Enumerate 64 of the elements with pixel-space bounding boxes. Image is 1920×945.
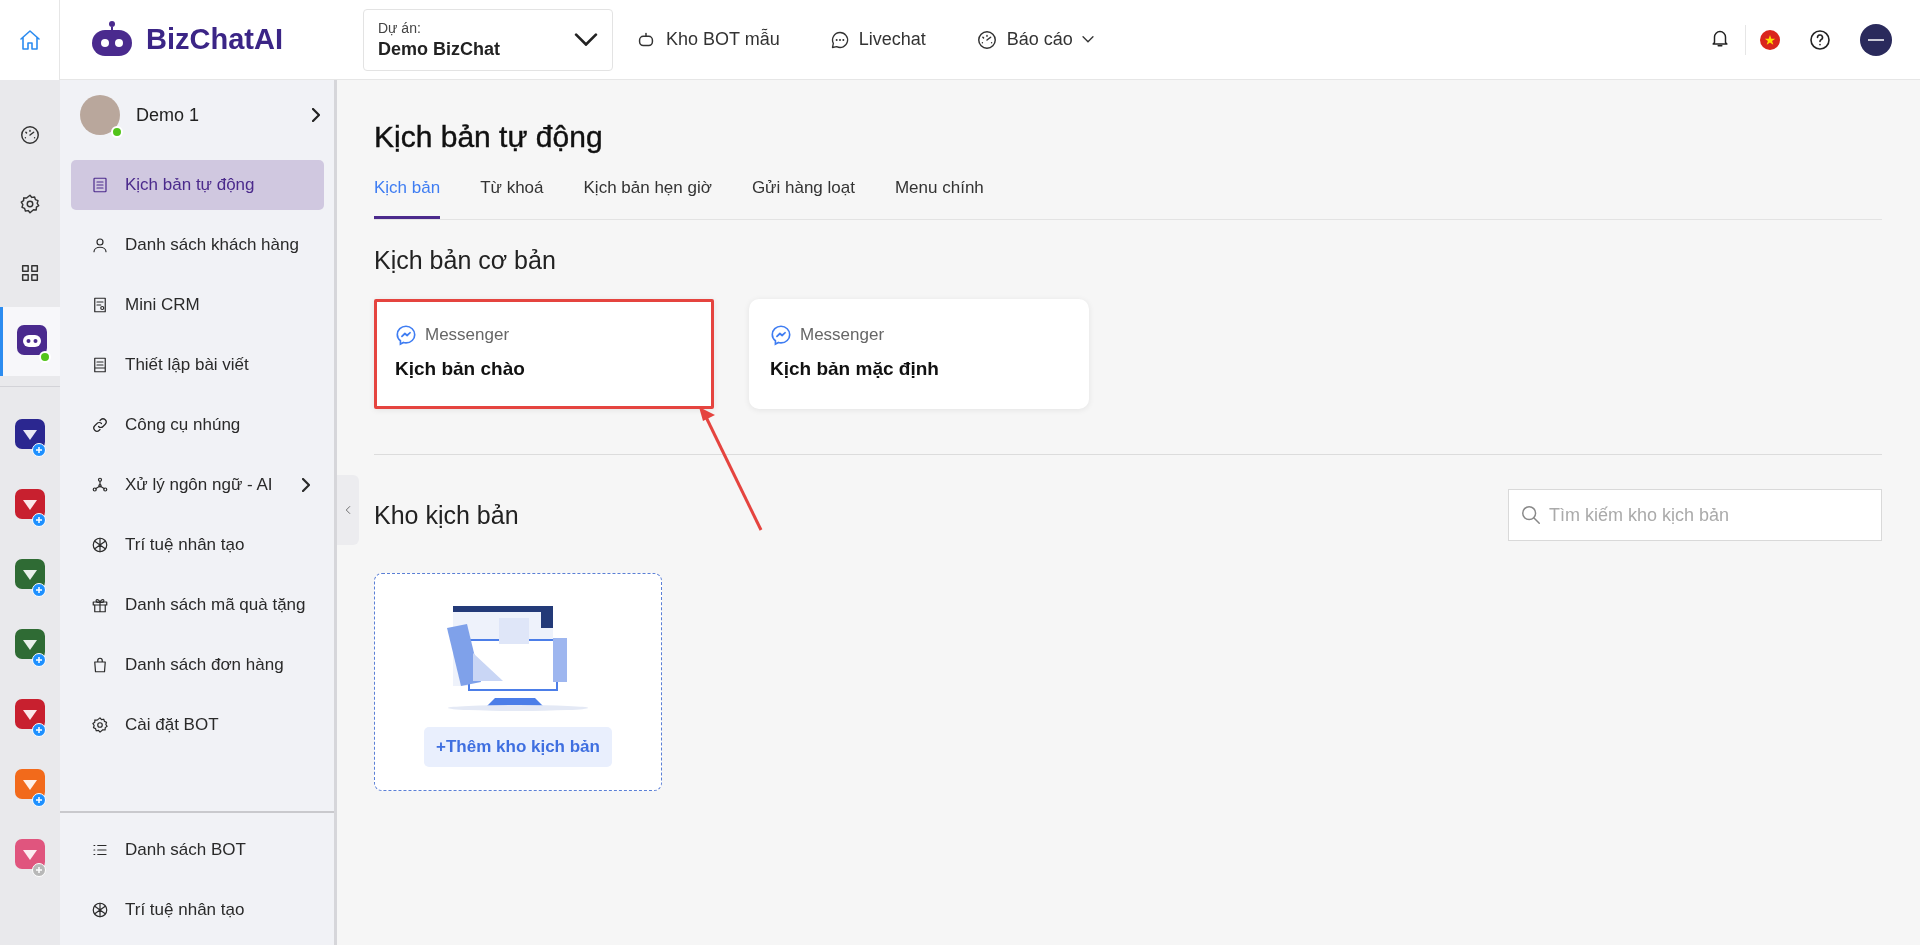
document-icon <box>91 296 109 314</box>
tab[interactable]: Kịch bản <box>374 172 441 219</box>
messenger-icon <box>770 324 792 346</box>
help-icon <box>1808 27 1832 52</box>
sidebar-item[interactable]: Danh sách khách hàng <box>71 220 324 270</box>
sidebar-item[interactable]: Trí tuệ nhân tạo <box>71 520 324 570</box>
sidebar-item[interactable]: Kịch bản tự động <box>71 160 324 210</box>
bag-icon <box>91 656 109 674</box>
logo-text: BizChatAI <box>146 23 283 56</box>
script-card[interactable]: Messenger Kịch bản mặc định <box>749 299 1089 409</box>
sidebar-item[interactable]: Công cụ nhúng <box>71 400 324 450</box>
card-title: Kịch bản mặc định <box>770 358 940 380</box>
app-icon[interactable] <box>15 489 45 519</box>
avatar-icon[interactable] <box>1860 23 1892 56</box>
chevron-right-icon <box>312 108 320 122</box>
app-icon[interactable] <box>15 629 45 659</box>
tab[interactable]: Từ khoá <box>480 172 544 219</box>
sidebar-item[interactable]: Mini CRM <box>71 280 324 330</box>
tab[interactable]: Menu chính <box>894 172 984 219</box>
add-library-button[interactable]: +Thêm kho kịch bản <box>424 726 612 767</box>
account-name[interactable]: Demo 1 <box>136 104 296 126</box>
nav-link[interactable]: Livechat <box>829 29 926 50</box>
nodes-icon <box>91 476 109 494</box>
nav-link[interactable]: Kho BOT mẫu <box>635 28 780 51</box>
section-title: Kho kịch bản <box>374 500 519 530</box>
sidebar-item[interactable]: Trí tuệ nhân tạo <box>71 885 324 935</box>
app-icon[interactable] <box>15 419 45 449</box>
avatar-photo-placeholder <box>80 95 120 135</box>
robot-app-icon <box>16 324 47 355</box>
sidebar-item[interactable]: Xử lý ngôn ngữ - AI <box>71 460 324 510</box>
sidebar-item[interactable]: Cài đặt BOT <box>71 700 324 750</box>
page-title: Kịch bản tự động <box>374 120 604 154</box>
chevron-down-icon <box>574 32 598 47</box>
chat-icon <box>829 29 850 50</box>
gauge-icon <box>19 123 41 146</box>
search-icon <box>1520 504 1542 526</box>
home-icon <box>17 27 42 52</box>
app-icon[interactable] <box>15 559 45 589</box>
app-icon[interactable] <box>15 699 45 729</box>
channel-label: Messenger <box>425 325 510 345</box>
user-icon <box>91 236 109 254</box>
tab[interactable]: Gửi hàng loạt <box>751 172 855 219</box>
gear-icon <box>19 192 41 215</box>
messenger-icon <box>395 324 417 346</box>
gear-icon <box>91 716 109 734</box>
tab[interactable]: Kịch bản hẹn giờ <box>583 172 712 219</box>
nav-link[interactable]: Báo cáo <box>975 28 1094 51</box>
script-card[interactable]: Messenger Kịch bản chào <box>374 299 714 409</box>
section-title: Kịch bản cơ bản <box>374 246 557 275</box>
gift-icon <box>91 596 109 614</box>
sidebar-item[interactable]: Danh sách BOT <box>71 825 324 875</box>
sidebar-item[interactable]: Thiết lập bài viết <box>71 340 324 390</box>
channel-label: Messenger <box>800 325 885 345</box>
link-icon <box>91 416 109 434</box>
gauge-icon <box>975 28 998 51</box>
list-icon <box>91 176 109 194</box>
sidebar-item[interactable]: Danh sách mã quà tặng <box>71 580 324 630</box>
project-dropdown[interactable]: Dự án: Demo BizChat <box>363 8 613 71</box>
search-field[interactable]: Tìm kiếm kho kịch bản <box>1508 489 1882 541</box>
sidebar-item[interactable]: Danh sách đơn hàng <box>71 640 324 690</box>
form-icon <box>91 356 109 374</box>
flag-icon[interactable] <box>1760 29 1780 50</box>
card-title: Kịch bản chào <box>395 358 526 380</box>
add-library-card[interactable]: +Thêm kho kịch bản <box>374 573 662 791</box>
